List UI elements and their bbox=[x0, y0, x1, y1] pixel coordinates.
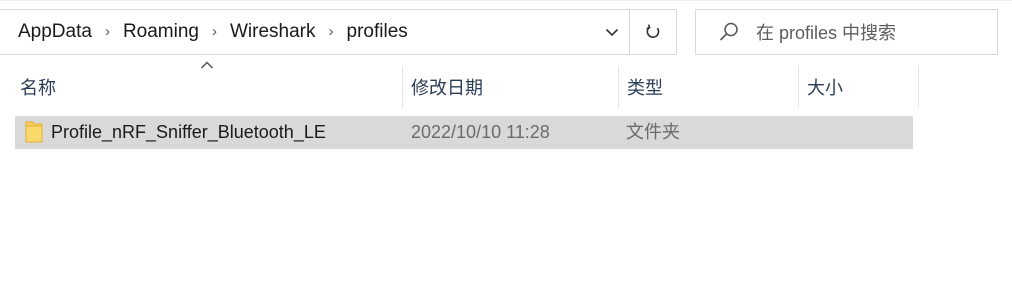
breadcrumb: AppData › Roaming › Wireshark › profiles bbox=[0, 10, 597, 54]
column-header-name[interactable]: 名称 bbox=[20, 66, 400, 108]
search-box[interactable]: 在 profiles 中搜索 bbox=[695, 9, 998, 55]
top-divider bbox=[0, 0, 1012, 1]
column-resize-handle[interactable] bbox=[402, 66, 403, 108]
refresh-icon bbox=[646, 24, 660, 38]
refresh-button[interactable] bbox=[629, 9, 677, 55]
column-header-type[interactable]: 类型 bbox=[627, 66, 797, 108]
column-resize-handle[interactable] bbox=[618, 66, 619, 108]
column-header-date-modified[interactable]: 修改日期 bbox=[411, 66, 616, 108]
file-list-row[interactable]: Profile_nRF_Sniffer_Bluetooth_LE 2022/10… bbox=[15, 116, 913, 149]
folder-icon bbox=[25, 121, 43, 143]
breadcrumb-item-roaming[interactable]: Roaming bbox=[120, 9, 202, 55]
column-header-date-label: 修改日期 bbox=[411, 78, 483, 98]
file-explorer-window: AppData › Roaming › Wireshark › profiles… bbox=[0, 0, 1012, 290]
file-type: 文件夹 bbox=[626, 122, 680, 142]
column-resize-handle[interactable] bbox=[798, 66, 799, 108]
breadcrumb-separator-icon[interactable]: › bbox=[202, 9, 227, 55]
breadcrumb-item-profiles[interactable]: profiles bbox=[344, 9, 411, 55]
file-name[interactable]: Profile_nRF_Sniffer_Bluetooth_LE bbox=[51, 116, 326, 149]
column-header-row: 名称 修改日期 类型 大小 bbox=[0, 66, 920, 108]
breadcrumb-separator-icon[interactable]: › bbox=[95, 9, 120, 55]
breadcrumb-item-appdata[interactable]: AppData bbox=[15, 9, 95, 55]
search-input[interactable]: 在 profiles 中搜索 bbox=[756, 19, 896, 45]
breadcrumb-separator-icon[interactable]: › bbox=[319, 9, 344, 55]
column-header-name-label: 名称 bbox=[20, 78, 56, 98]
search-icon bbox=[719, 22, 738, 41]
address-bar[interactable]: AppData › Roaming › Wireshark › profiles bbox=[0, 9, 629, 55]
address-history-dropdown[interactable] bbox=[597, 10, 627, 54]
file-date-modified: 2022/10/10 11:28 bbox=[411, 122, 550, 142]
column-header-type-label: 类型 bbox=[627, 78, 663, 98]
column-header-size[interactable]: 大小 bbox=[807, 66, 917, 108]
column-header-size-label: 大小 bbox=[807, 78, 843, 98]
column-resize-handle[interactable] bbox=[918, 66, 919, 108]
breadcrumb-item-wireshark[interactable]: Wireshark bbox=[227, 9, 319, 55]
chevron-down-icon bbox=[605, 28, 619, 36]
